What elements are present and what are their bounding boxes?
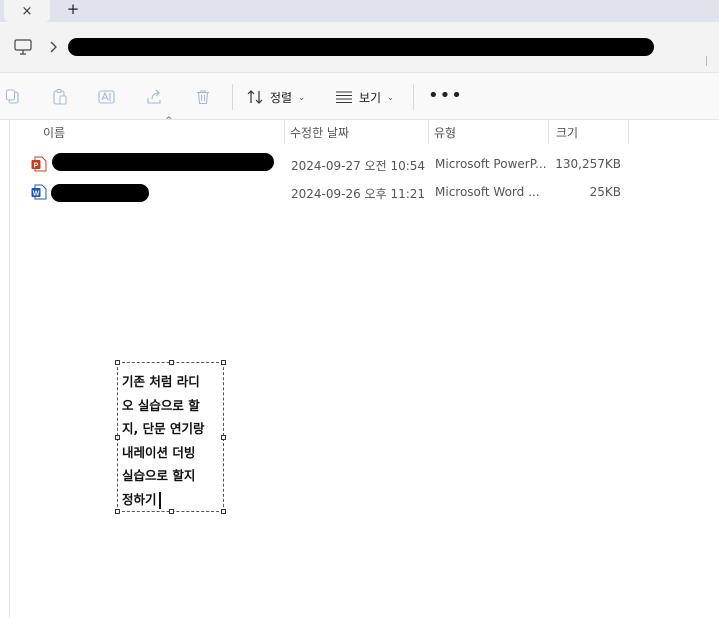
copy-icon xyxy=(5,89,19,104)
tab-bar: × + xyxy=(0,0,719,22)
resize-handle[interactable] xyxy=(169,360,174,365)
this-pc-icon[interactable] xyxy=(14,39,32,55)
file-size: 130,257KB xyxy=(555,157,621,171)
copy-button[interactable] xyxy=(2,86,24,108)
column-size[interactable]: 크기 xyxy=(556,124,578,141)
file-row[interactable]: W 2024-09-26 오후 11:21 Microsoft Word ...… xyxy=(10,178,719,206)
redacted-address-path[interactable] xyxy=(68,38,654,56)
delete-button[interactable] xyxy=(192,86,214,108)
resize-handle[interactable] xyxy=(115,509,120,514)
tab-close-button[interactable]: × xyxy=(4,0,50,22)
note-text-content: 기존 처럼 라디 오 실습으로 할 지, 단문 연기랑 내레이션 더빙 실습으로… xyxy=(122,374,205,507)
resize-handle[interactable] xyxy=(115,435,120,440)
view-button[interactable]: 보기 ⌄ xyxy=(335,85,394,109)
plus-icon: + xyxy=(66,0,80,18)
sort-label: 정렬 xyxy=(270,90,293,105)
column-divider[interactable] xyxy=(428,120,429,144)
more-options-button[interactable]: ••• xyxy=(428,85,463,107)
command-bar: 정렬 ⌄ 보기 ⌄ ••• xyxy=(0,72,719,120)
divider xyxy=(706,56,707,66)
redacted-file-name[interactable] xyxy=(52,153,274,171)
svg-text:W: W xyxy=(33,190,40,197)
column-type[interactable]: 유형 xyxy=(434,124,456,141)
rename-icon xyxy=(98,90,115,104)
sort-up-indicator-icon: ^ xyxy=(165,116,173,126)
resize-handle[interactable] xyxy=(115,360,120,365)
file-type: Microsoft PowerP... xyxy=(435,157,547,171)
paste-button[interactable] xyxy=(49,86,71,108)
view-list-icon xyxy=(336,91,352,104)
file-modified: 2024-09-26 오후 11:21 xyxy=(291,187,426,201)
note-text-box[interactable]: 기존 처럼 라디 오 실습으로 할 지, 단문 연기랑 내레이션 더빙 실습으로… xyxy=(115,360,226,514)
chevron-right-icon[interactable] xyxy=(48,40,58,54)
paste-icon xyxy=(53,89,67,105)
new-tab-button[interactable]: + xyxy=(64,0,82,18)
share-icon xyxy=(147,89,161,104)
chevron-down-icon: ⌄ xyxy=(298,92,305,102)
word-file-icon: W xyxy=(31,184,47,200)
powerpoint-file-icon: P xyxy=(31,156,47,172)
share-button[interactable] xyxy=(144,86,166,108)
trash-icon xyxy=(197,90,209,105)
svg-text:P: P xyxy=(34,162,39,169)
note-text[interactable]: 기존 처럼 라디 오 실습으로 할 지, 단문 연기랑 내레이션 더빙 실습으로… xyxy=(122,370,222,511)
resize-handle[interactable] xyxy=(221,360,226,365)
address-bar-row xyxy=(0,22,719,72)
column-modified[interactable]: 수정한 날짜 xyxy=(290,124,349,141)
chevron-down-icon: ⌄ xyxy=(387,92,394,102)
text-cursor xyxy=(158,491,161,509)
column-divider[interactable] xyxy=(548,120,549,144)
redacted-file-name[interactable] xyxy=(51,184,149,202)
sort-button[interactable]: 정렬 ⌄ xyxy=(246,85,305,109)
view-label: 보기 xyxy=(359,90,382,105)
file-type: Microsoft Word ... xyxy=(435,185,540,199)
file-modified: 2024-09-27 오전 10:54 xyxy=(291,159,426,173)
toolbar-divider xyxy=(232,84,233,110)
file-size: 25KB xyxy=(589,185,621,199)
column-divider[interactable] xyxy=(284,120,285,144)
file-row[interactable]: P 2024-09-27 오전 10:54 Microsoft PowerP..… xyxy=(10,150,719,178)
sort-icon xyxy=(247,90,263,104)
close-icon: × xyxy=(21,3,33,19)
column-divider[interactable] xyxy=(628,120,629,144)
rename-button[interactable] xyxy=(96,86,118,108)
column-name[interactable]: 이름 xyxy=(43,124,65,141)
column-header: ^ 이름 수정한 날짜 유형 크기 xyxy=(10,116,719,144)
toolbar-divider xyxy=(413,84,414,110)
